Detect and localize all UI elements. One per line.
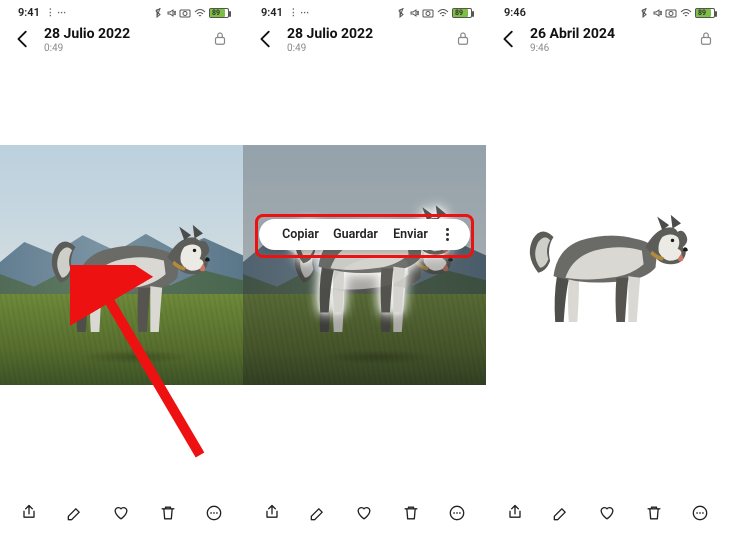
favorite-icon[interactable] xyxy=(106,498,136,528)
mute-icon xyxy=(166,8,176,18)
photo-date: 28 Julio 2022 xyxy=(44,27,201,42)
tutorial-triptych: 9:41 ⋮ ⋯ 89 28 Julio 2022 0:49 xyxy=(0,0,729,540)
bottom-toolbar xyxy=(486,498,729,528)
more-icon[interactable] xyxy=(442,498,472,528)
bluetooth-icon xyxy=(153,8,163,18)
subject-context-menu: Copiar Guardar Enviar xyxy=(259,219,470,250)
photo-date: 28 Julio 2022 xyxy=(287,27,444,42)
menu-copy[interactable]: Copiar xyxy=(273,227,328,242)
battery-icon: 89 xyxy=(452,8,472,18)
panel-1: 9:41 ⋮ ⋯ 89 28 Julio 2022 0:49 xyxy=(0,0,243,540)
lock-icon[interactable] xyxy=(211,30,229,52)
lock-icon[interactable] xyxy=(454,30,472,52)
status-time: 9:46 xyxy=(504,6,526,19)
photo-viewer[interactable] xyxy=(0,145,243,385)
back-icon[interactable] xyxy=(12,28,34,54)
photo-time: 0:49 xyxy=(287,43,444,54)
favorite-icon[interactable] xyxy=(592,498,622,528)
mute-icon xyxy=(652,8,662,18)
wifi-icon xyxy=(194,8,206,18)
mute-icon xyxy=(409,8,419,18)
more-icon[interactable] xyxy=(199,498,229,528)
photo-date: 26 Abril 2024 xyxy=(530,27,687,42)
bluetooth-icon xyxy=(639,8,649,18)
wifi-icon xyxy=(680,8,692,18)
delete-icon[interactable] xyxy=(639,498,669,528)
battery-icon: 89 xyxy=(209,8,229,18)
edit-icon[interactable] xyxy=(303,498,333,528)
camera-icon xyxy=(179,8,191,18)
menu-save[interactable]: Guardar xyxy=(328,227,383,242)
photo-subject-dog xyxy=(293,185,463,360)
cutout-subject-dog xyxy=(528,175,698,350)
back-icon[interactable] xyxy=(498,28,520,54)
header: 28 Julio 2022 0:49 xyxy=(0,21,243,58)
panel-3: 9:46 89 26 Abril 2024 9:46 xyxy=(486,0,729,540)
status-icons: 89 xyxy=(153,8,229,18)
status-extra: ⋮ ⋯ xyxy=(289,8,309,18)
menu-send[interactable]: Enviar xyxy=(383,227,438,242)
wifi-icon xyxy=(437,8,449,18)
edit-icon[interactable] xyxy=(546,498,576,528)
status-time: 9:41 xyxy=(261,6,283,19)
edit-icon[interactable] xyxy=(60,498,90,528)
more-icon[interactable] xyxy=(685,498,715,528)
lock-icon[interactable] xyxy=(697,30,715,52)
menu-more-icon[interactable] xyxy=(438,228,456,241)
bluetooth-icon xyxy=(396,8,406,18)
delete-icon[interactable] xyxy=(153,498,183,528)
status-icons: 89 xyxy=(639,8,715,18)
delete-icon[interactable] xyxy=(396,498,426,528)
bottom-toolbar xyxy=(0,498,243,528)
status-extra: ⋮ ⋯ xyxy=(46,8,66,18)
status-bar: 9:41 ⋮ ⋯ 89 xyxy=(243,0,486,21)
back-icon[interactable] xyxy=(255,28,277,54)
share-icon[interactable] xyxy=(257,498,287,528)
status-icons: 89 xyxy=(396,8,472,18)
header: 28 Julio 2022 0:49 xyxy=(243,21,486,58)
panel-2: 9:41 ⋮ ⋯ 89 28 Julio 2022 0:49 xyxy=(243,0,486,540)
photo-viewer[interactable]: Copiar Guardar Enviar xyxy=(243,145,486,385)
favorite-icon[interactable] xyxy=(349,498,379,528)
share-icon[interactable] xyxy=(14,498,44,528)
status-time: 9:41 xyxy=(18,6,40,19)
status-bar: 9:41 ⋮ ⋯ 89 xyxy=(0,0,243,21)
photo-viewer[interactable] xyxy=(486,145,729,385)
bottom-toolbar xyxy=(243,498,486,528)
battery-icon: 89 xyxy=(695,8,715,18)
header: 26 Abril 2024 9:46 xyxy=(486,21,729,58)
camera-icon xyxy=(665,8,677,18)
share-icon[interactable] xyxy=(500,498,530,528)
status-bar: 9:46 89 xyxy=(486,0,729,21)
photo-time: 0:49 xyxy=(44,43,201,54)
photo-subject-dog xyxy=(50,185,220,360)
camera-icon xyxy=(422,8,434,18)
photo-time: 9:46 xyxy=(530,43,687,54)
